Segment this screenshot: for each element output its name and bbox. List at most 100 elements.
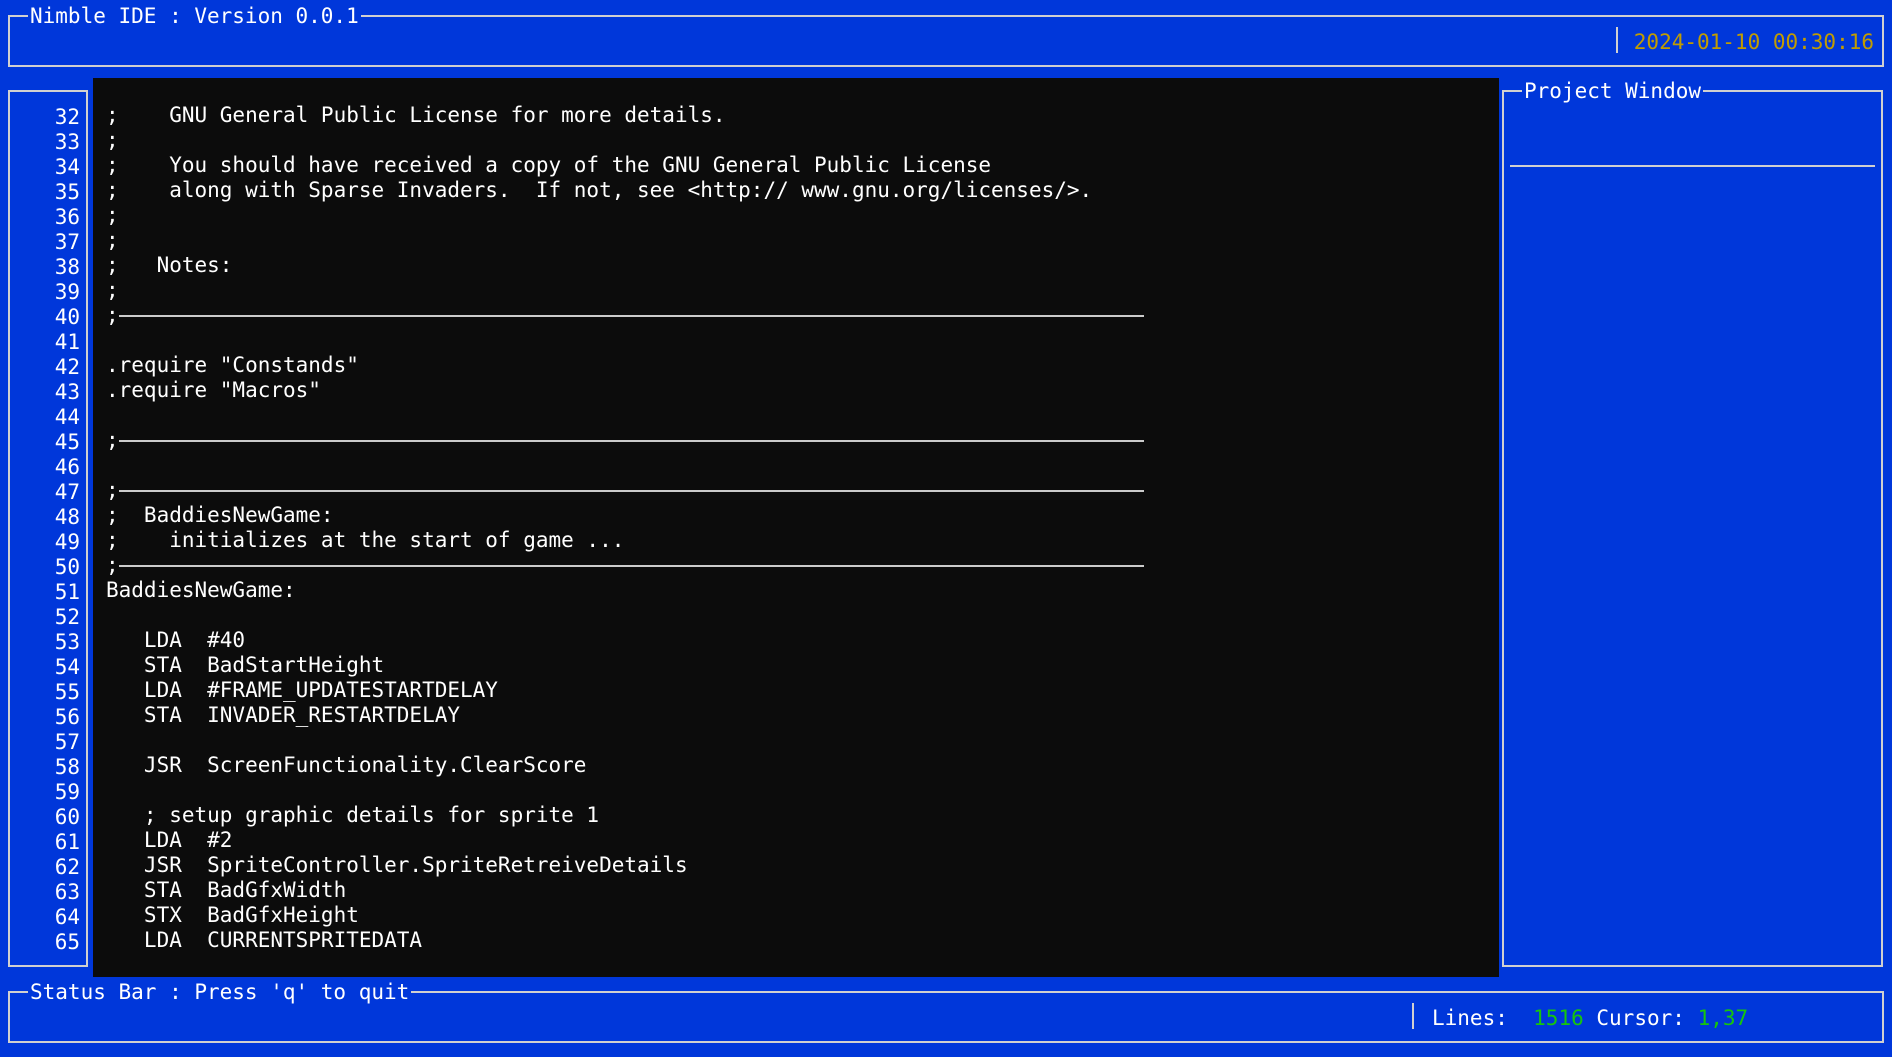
header-separator [1616, 27, 1618, 53]
line-number: 39 [54, 280, 80, 304]
code-line[interactable]: LDA #FRAME_UPDATESTARTDELAY [106, 678, 1486, 703]
code-line[interactable]: ; along with Sparse Invaders. If not, se… [106, 178, 1486, 203]
line-numbers: 32 33 34 35 36 37 38 39 40 41 42 43 44 45 46 47 48 49 50 51… [55, 105, 80, 955]
line-number: 41 [54, 330, 80, 354]
line-number: 49 [54, 530, 80, 554]
line-number: 46 [54, 455, 80, 479]
status-bar: Status Bar : Press 'q' to quit Lines: 15… [8, 979, 1884, 1043]
line-number: 53 [54, 630, 80, 654]
line-number: 44 [54, 405, 80, 429]
line-number: 52 [54, 605, 80, 629]
datetime-display: 2024-01-10 00:30:16 [1633, 30, 1874, 54]
code-line[interactable]: .require "Macros" [106, 378, 1486, 403]
code-line-text: ; [106, 128, 119, 152]
ide-screen: Nimble IDE : Version 0.0.1 2024-01-10 00… [0, 0, 1892, 1057]
line-number: 62 [54, 855, 80, 879]
code-line[interactable]: ; [106, 303, 1486, 328]
code-line[interactable] [106, 328, 1486, 353]
code-line[interactable]: ; BaddiesNewGame: [106, 503, 1486, 528]
code-line-text: ; Notes: [106, 253, 233, 277]
code-line[interactable]: ; [106, 128, 1486, 153]
line-number: 36 [54, 205, 80, 229]
code-line[interactable]: ; GNU General Public License for more de… [106, 103, 1486, 128]
code-line-text: ; [106, 478, 119, 502]
line-number: 45 [54, 430, 80, 454]
code-line-text: LDA CURRENTSPRITEDATA [106, 928, 423, 952]
code-line[interactable]: ; [106, 228, 1486, 253]
code-line[interactable]: ; [106, 428, 1486, 453]
code-line[interactable]: ; [106, 203, 1486, 228]
cursor-value: 1,37 [1697, 1006, 1749, 1030]
code-line[interactable]: ; Notes: [106, 253, 1486, 278]
code-line[interactable]: ; [106, 478, 1486, 503]
code-line[interactable] [106, 403, 1486, 428]
line-number: 34 [54, 155, 80, 179]
line-number: 40 [54, 305, 80, 329]
line-number: 58 [54, 755, 80, 779]
code-line[interactable]: ; You should have received a copy of the… [106, 153, 1486, 178]
line-number: 60 [54, 805, 80, 829]
lines-value: 1516 [1533, 1006, 1584, 1030]
line-number: 33 [54, 130, 80, 154]
code-line[interactable]: JSR ScreenFunctionality.ClearScore [106, 753, 1486, 778]
line-number: 42 [54, 355, 80, 379]
code-line-text: JSR SpriteController.SpriteRetreiveDetai… [106, 853, 688, 877]
cursor-label: Cursor: [1596, 1006, 1685, 1030]
code-line-text: ; [106, 428, 119, 452]
code-line[interactable]: JSR SpriteController.SpriteRetreiveDetai… [106, 853, 1486, 878]
line-number-gutter: 32 33 34 35 36 37 38 39 40 41 42 43 44 45 46 47 48 49 50 51… [8, 90, 88, 967]
code-line[interactable]: STA BadGfxWidth [106, 878, 1486, 903]
status-separator [1412, 1003, 1414, 1029]
line-number: 51 [54, 580, 80, 604]
code-content[interactable]: ; GNU General Public License for more de… [106, 103, 1486, 953]
code-line-text: JSR ScreenFunctionality.ClearScore [106, 753, 587, 777]
line-number: 55 [54, 680, 80, 704]
line-number: 48 [54, 505, 80, 529]
code-line[interactable] [106, 603, 1486, 628]
code-line-text: ; along with Sparse Invaders. If not, se… [106, 178, 1093, 202]
code-line-text: ; [106, 228, 119, 252]
code-line[interactable]: STA BadStartHeight [106, 653, 1486, 678]
header-panel: Nimble IDE : Version 0.0.1 2024-01-10 00… [8, 3, 1884, 67]
line-number: 43 [54, 380, 80, 404]
line-number: 61 [54, 830, 80, 854]
code-line-text: STA BadStartHeight [106, 653, 385, 677]
code-line[interactable]: LDA #2 [106, 828, 1486, 853]
code-line[interactable]: STX BadGfxHeight [106, 903, 1486, 928]
app-title: Nimble IDE : Version 0.0.1 [28, 3, 361, 29]
code-line-text: STA BadGfxWidth [106, 878, 347, 902]
project-window-divider [1510, 165, 1875, 167]
code-line[interactable] [106, 728, 1486, 753]
code-line[interactable]: BaddiesNewGame: [106, 578, 1486, 603]
code-line[interactable]: ; initializes at the start of game ... [106, 528, 1486, 553]
code-line[interactable]: ; setup graphic details for sprite 1 [106, 803, 1486, 828]
line-number: 59 [54, 780, 80, 804]
code-line[interactable] [106, 778, 1486, 803]
comment-rule [119, 440, 1144, 442]
code-line[interactable]: STA INVADER_RESTARTDELAY [106, 703, 1486, 728]
lines-label: Lines: [1432, 1006, 1508, 1030]
code-editor[interactable]: ; GNU General Public License for more de… [93, 78, 1499, 977]
line-number: 57 [54, 730, 80, 754]
comment-rule [119, 565, 1144, 567]
code-line-text: ; [106, 203, 119, 227]
code-line[interactable]: ; [106, 553, 1486, 578]
line-number: 35 [54, 180, 80, 204]
status-bar-title: Status Bar : Press 'q' to quit [28, 979, 412, 1005]
code-line[interactable]: LDA #40 [106, 628, 1486, 653]
code-line-text: LDA #2 [106, 828, 233, 852]
code-line-text: LDA #40 [106, 628, 246, 652]
code-line-text: STX BadGfxHeight [106, 903, 359, 927]
status-info: Lines: 1516 Cursor: 1,37 [1432, 1005, 1748, 1031]
code-line[interactable]: ; [106, 278, 1486, 303]
code-line-text: STA INVADER_RESTARTDELAY [106, 703, 461, 727]
code-line[interactable]: LDA CURRENTSPRITEDATA [106, 928, 1486, 953]
code-line-text: .require "Macros" [106, 378, 321, 402]
code-line-text: ; [106, 303, 119, 327]
code-line[interactable] [106, 453, 1486, 478]
code-line[interactable]: .require "Constands" [106, 353, 1486, 378]
code-line-text: ; You should have received a copy of the… [106, 153, 992, 177]
code-line-text: LDA #FRAME_UPDATESTARTDELAY [106, 678, 498, 702]
project-window[interactable]: Project Window [1502, 78, 1883, 967]
comment-rule [119, 315, 1144, 317]
